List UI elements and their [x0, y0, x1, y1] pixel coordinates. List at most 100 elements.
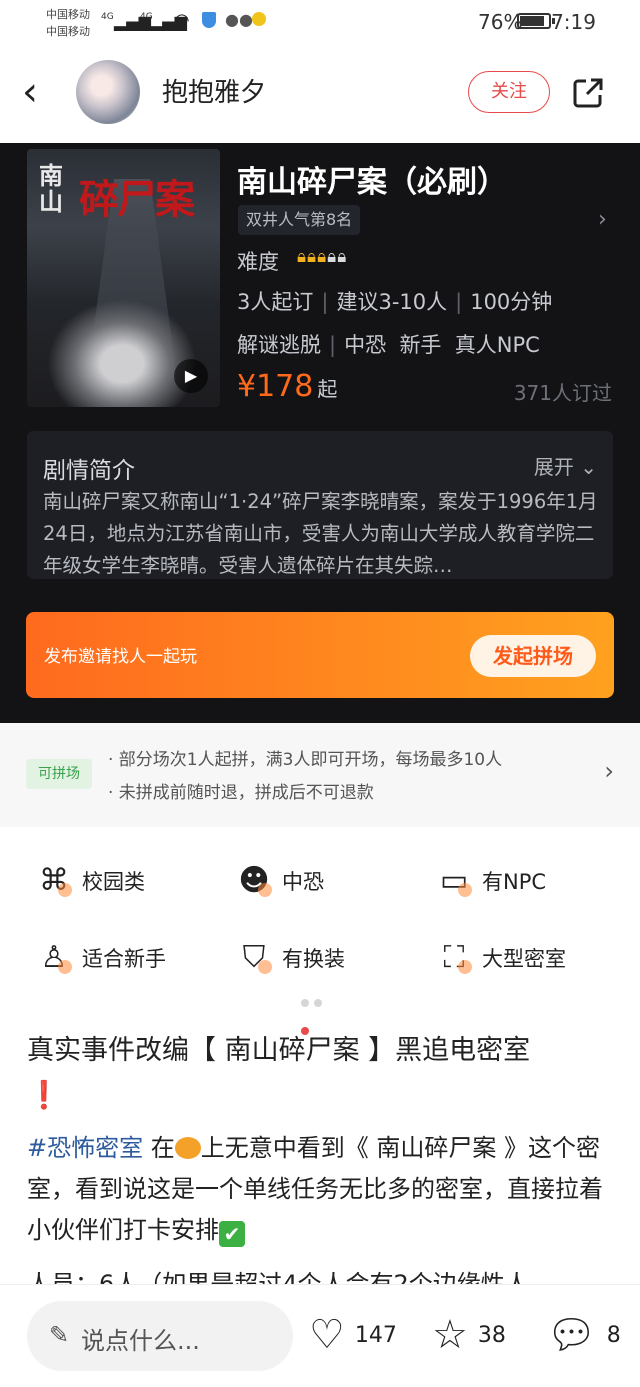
wifi-icon: ◠: [174, 10, 190, 31]
invite-banner[interactable]: 发布邀请找人一起玩 发起拼场: [26, 612, 614, 698]
game-poster[interactable]: 南山 碎尸案 ▶: [27, 149, 220, 407]
start-group-button[interactable]: 发起拼场: [470, 635, 596, 677]
carrier-label-1: 中国移动: [46, 8, 90, 21]
post-body-text-1: 在: [143, 1134, 175, 1162]
exclamation-icon: ❗: [27, 1080, 61, 1111]
difficulty-rating: 🔒︎🔒︎🔒︎🔒︎🔒︎: [297, 247, 347, 267]
play-icon[interactable]: ▶: [174, 359, 208, 393]
lock-icon: 🔒︎: [297, 247, 308, 267]
back-arrow-icon[interactable]: ‹: [22, 72, 38, 112]
plot-summary: 剧情简介 展开 ⌄ 南山碎尸案又称南山“1·24”碎尸案李晓晴案，案发于1996…: [27, 431, 613, 579]
price: ¥178 起: [237, 369, 337, 404]
booked-count: 371人订过: [513, 381, 612, 405]
shirt-icon: ⛉: [234, 938, 274, 978]
comment-placeholder: 说点什么...: [81, 1327, 200, 1355]
check-mark-icon: ✔: [219, 1221, 245, 1247]
feature-tag-horror: ☻ 中恐: [234, 861, 324, 901]
app-notification-icon: [252, 12, 266, 26]
post-body: #恐怖密室 在上无意中看到《 南山碎尸案 》这个密室，看到说这是一个单线任务无比…: [27, 1128, 617, 1251]
poster-title-small: 南山: [39, 161, 63, 216]
invite-text: 发布邀请找人一起玩: [44, 647, 197, 667]
comment-input[interactable]: ✎ 说点什么...: [27, 1301, 293, 1371]
plot-text: 南山碎尸案又称南山“1·24”碎尸案李晓晴案，案发于1996年1月24日，地点为…: [43, 490, 598, 577]
group-badge: 可拼场: [26, 759, 92, 789]
pencil-icon: ✎: [49, 1321, 70, 1349]
battery-icon: [517, 13, 555, 29]
feature-tag-campus: ⌘ 校园类: [34, 861, 145, 901]
tag-npc: 真人NPC: [454, 333, 540, 357]
duration: 100分钟: [470, 290, 553, 314]
game-detail-card: 南山 碎尸案 ▶ 南山碎尸案（必刷） 双井人气第8名 › 难度 🔒︎🔒︎🔒︎🔒︎…: [0, 143, 640, 723]
tag-beginner: 新手: [399, 333, 442, 357]
game-title: 南山碎尸案（必刷）: [237, 165, 507, 200]
room-icon: ⛶: [434, 938, 474, 978]
post-body-cutoff-line: 人员：6人（如果是超过4个人会有2个边缘性人: [27, 1270, 529, 1284]
page-indicator: [301, 999, 322, 1035]
heart-icon: ♡: [309, 1312, 345, 1358]
username[interactable]: 抱抱雅夕: [162, 72, 266, 109]
page-dot: [314, 999, 322, 1007]
person-icon: ♙: [34, 938, 74, 978]
like-button[interactable]: ♡ 147: [309, 1313, 397, 1357]
app-logo-emoji-icon: [174, 1137, 201, 1159]
top-header: ‹ 抱抱雅夕 关注: [0, 48, 640, 143]
avatar[interactable]: [76, 60, 140, 124]
group-rule-1: · 部分场次1人起拼，满3人即可开场，每场最多10人: [108, 750, 503, 770]
share-icon[interactable]: [572, 77, 604, 109]
chevron-down-icon: ⌄: [580, 455, 597, 479]
feature-tag-label: 有NPC: [482, 870, 547, 894]
expand-label: 展开: [533, 455, 574, 479]
lock-icon: 🔒︎: [337, 247, 348, 267]
min-players: 3人起订: [237, 290, 314, 314]
chevron-right-icon[interactable]: ›: [598, 207, 607, 232]
tag-genre: 解谜逃脱: [237, 333, 321, 357]
skull-icon: ☻: [234, 861, 274, 901]
chevron-right-icon[interactable]: ›: [604, 757, 614, 785]
feature-tag-label: 校园类: [82, 870, 145, 894]
post-title-text: 真实事件改编【 南山碎尸案 】黑追电密室: [27, 1035, 531, 1066]
campus-icon: ⌘: [34, 861, 74, 901]
lock-icon: 🔒︎: [307, 247, 318, 267]
rank-badge[interactable]: 双井人气第8名: [238, 205, 361, 235]
star-icon: ☆: [432, 1312, 468, 1358]
carrier-label-2: 中国移动: [46, 25, 90, 38]
expand-button[interactable]: 展开 ⌄: [534, 451, 597, 480]
feature-tag-beginner: ♙ 适合新手: [34, 938, 166, 978]
feature-tag-costume: ⛉ 有换装: [234, 938, 345, 978]
page-dot: [301, 999, 309, 1007]
feature-tags: ⌘ 校园类 ☻ 中恐 ▭ 有NPC ♙ 适合新手 ⛉ 有换装 ⛶ 大型密室: [0, 828, 640, 1008]
hashtag-link[interactable]: #恐怖密室: [27, 1134, 143, 1162]
feature-tag-large-room: ⛶ 大型密室: [434, 938, 567, 978]
feature-tag-label: 中恐: [282, 870, 324, 894]
group-booking-info[interactable]: 可拼场 · 部分场次1人起拼，满3人即可开场，每场最多10人 · 未拼成前随时退…: [0, 723, 640, 827]
feature-tag-npc: ▭ 有NPC: [434, 861, 546, 901]
feature-tag-label: 适合新手: [82, 947, 166, 971]
poster-figure: [47, 299, 197, 407]
difficulty-label: 难度: [237, 250, 279, 274]
plot-title: 剧情简介: [43, 458, 135, 484]
favorite-button[interactable]: ☆ 38: [432, 1313, 506, 1357]
favorite-count: 38: [477, 1322, 506, 1348]
price-value: ¥178: [237, 369, 314, 404]
signal-type-1: 4G: [101, 12, 114, 22]
follow-button[interactable]: 关注: [468, 71, 550, 113]
price-suffix: 起: [317, 377, 338, 401]
bottom-action-bar: ✎ 说点什么... ♡ 147 ☆ 38 💬︎ 8: [0, 1284, 640, 1387]
clock: 7:19: [551, 10, 596, 34]
wechat-icon: ●●: [225, 10, 253, 29]
poster-title-big: 碎尸案: [79, 176, 195, 223]
comment-count: 8: [606, 1322, 621, 1348]
post-title: 真实事件改编【 南山碎尸案 】黑追电密室 ❗: [27, 1028, 617, 1118]
battery-percent: 76%: [478, 10, 523, 34]
feature-tag-label: 有换装: [282, 947, 345, 971]
like-count: 147: [354, 1322, 397, 1348]
suggested-players: 建议3-10人: [336, 290, 448, 314]
monitor-icon: ▭: [434, 861, 474, 901]
lock-icon: 🔒︎: [317, 247, 328, 267]
game-meta-players: 3人起订 | 建议3-10人 | 100分钟: [237, 290, 553, 314]
shield-icon: [202, 12, 216, 28]
comment-button[interactable]: 💬︎ 8: [546, 1313, 621, 1357]
tag-horror: 中恐: [344, 333, 387, 357]
status-bar: 中国移动 中国移动 4G ▂▄▆ 4G ▂▄▆ ◠ ●● 76% 7:19: [0, 0, 640, 48]
speech-bubble-icon: 💬︎: [546, 1312, 597, 1358]
